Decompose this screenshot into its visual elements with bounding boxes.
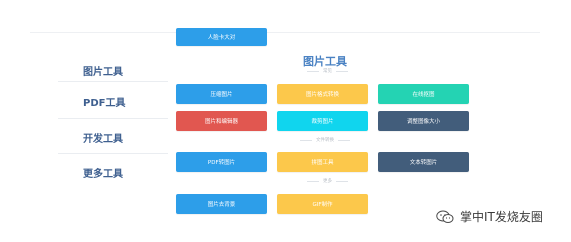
resize-image-button[interactable]: 调整图像大小 [378, 111, 469, 131]
sidebar-item-dev-tools[interactable]: 开发工具 [58, 119, 176, 155]
subheading-label: 更多 [323, 179, 332, 184]
text-to-image-button[interactable]: 文本转图片 [378, 152, 469, 172]
watermark: 掌中IT发烧友圈 [436, 208, 543, 225]
pdf-to-image-button[interactable]: PDF转图片 [176, 152, 267, 172]
remove-background-button[interactable]: 图片去背景 [176, 194, 267, 214]
wechat-icon [436, 210, 454, 223]
subheading-more: 更多 [303, 178, 352, 184]
top-divider [30, 32, 540, 33]
compress-image-button[interactable]: 压缩图片 [176, 84, 267, 104]
sidebar-item-more-tools[interactable]: 更多工具 [58, 154, 176, 190]
sidebar-divider [58, 81, 168, 82]
section-title: 图片工具 [303, 55, 347, 68]
crop-image-button[interactable]: 裁剪图片 [277, 111, 368, 131]
subheading-common: 常见 [303, 68, 352, 74]
subheading-line [336, 180, 348, 182]
image-editor-button[interactable]: 图片和编辑器 [176, 111, 267, 131]
subheading-line [307, 70, 319, 72]
sidebar-item-pdf-tools[interactable]: PDF工具 [58, 83, 176, 119]
subheading-line [336, 70, 348, 72]
subheading-file-conversion: 文件转换 [296, 137, 354, 143]
top-button[interactable]: 人脸卡大对 [176, 28, 267, 46]
watermark-text: 掌中IT发烧友圈 [460, 210, 543, 224]
subheading-line [307, 180, 319, 182]
subheading-label: 常见 [323, 69, 332, 74]
image-format-convert-button[interactable]: 图片格式转换 [277, 84, 368, 104]
subheading-line [300, 139, 312, 141]
subheading-line [338, 139, 350, 141]
subheading-label: 文件转换 [316, 138, 334, 143]
gif-maker-button[interactable]: GIF制作 [277, 194, 368, 214]
collage-tool-button[interactable]: 拼图工具 [277, 152, 368, 172]
online-cutout-button[interactable]: 在线抠图 [378, 84, 469, 104]
